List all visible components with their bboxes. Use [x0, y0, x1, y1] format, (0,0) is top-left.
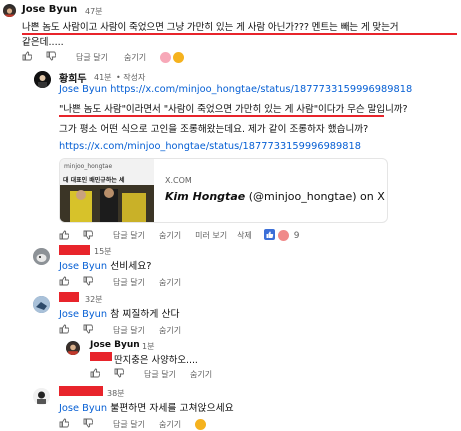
- pinned-heart-icon: [277, 230, 289, 241]
- like-icon[interactable]: [59, 230, 70, 242]
- comment-actions: 답글 달기 숨기기: [22, 51, 185, 63]
- status-link[interactable]: https://x.com/minjoo_hongtae/status/1877…: [59, 141, 361, 152]
- reply-button[interactable]: 답글 달기: [113, 325, 145, 336]
- avatar-commenter[interactable]: [33, 388, 50, 405]
- avatar-commenter[interactable]: [33, 248, 50, 265]
- hide-button[interactable]: 숨기기: [159, 325, 181, 336]
- redacted-author: [59, 386, 103, 396]
- heart-emoji-icon[interactable]: [160, 51, 172, 63]
- redacted-author: [59, 245, 90, 255]
- dislike-icon[interactable]: [83, 276, 94, 288]
- comment-text: 딴지충은 사양하오....: [114, 355, 198, 366]
- comment-time[interactable]: 32분: [85, 294, 103, 305]
- mention-link[interactable]: Jose Byun: [59, 403, 107, 414]
- mention-link[interactable]: Jose Byun: [59, 309, 107, 320]
- comment-author[interactable]: Jose Byun: [90, 340, 140, 350]
- like-icon[interactable]: [22, 51, 33, 63]
- comment-time[interactable]: 1분: [142, 341, 154, 352]
- dislike-icon[interactable]: [83, 324, 94, 336]
- author-badge: • 작성자: [116, 73, 146, 82]
- comment-time[interactable]: 47분: [85, 6, 103, 17]
- mention-link[interactable]: Jose Byun: [59, 84, 107, 95]
- comment-time[interactable]: 15분: [94, 246, 112, 257]
- grin-emoji-icon[interactable]: [195, 418, 207, 430]
- avatar-commenter[interactable]: [33, 296, 50, 313]
- link-preview-card[interactable]: minjoo_hongtae 대 대표인 배민규하는 세 X.COM Kim H…: [59, 158, 388, 223]
- reply-button[interactable]: 답글 달기: [113, 277, 145, 288]
- comment-text: Jose Byun 불편하면 자세를 고쳐앉으세요: [59, 403, 234, 414]
- comment-actions: 답글 달기 숨기기: [59, 324, 181, 336]
- redacted-mention: [90, 352, 112, 361]
- underline-highlight: [22, 33, 457, 35]
- delete-button[interactable]: 삭제: [237, 230, 252, 241]
- comment-text: Jose Byun 참 찌질하게 산다: [59, 309, 180, 320]
- reply-button[interactable]: 답글 달기: [113, 419, 145, 430]
- reply-button[interactable]: 답글 달기: [113, 230, 145, 241]
- status-link[interactable]: https://x.com/minjoo_hongtae/status/1877…: [110, 84, 412, 95]
- like-icon[interactable]: [90, 368, 101, 380]
- like-icon[interactable]: [59, 324, 70, 336]
- grin-emoji-icon[interactable]: [173, 51, 185, 63]
- reply-button[interactable]: 답글 달기: [144, 369, 176, 380]
- thumbs-badge-icon: [263, 229, 275, 242]
- pin-icon: •: [116, 73, 121, 82]
- mention-link[interactable]: Jose Byun: [59, 261, 107, 272]
- hide-button[interactable]: 숨기기: [159, 277, 181, 288]
- comment-author[interactable]: Jose Byun: [22, 4, 77, 15]
- comment-actions: 답글 달기 숨기기 미러 보기 삭제 9: [59, 229, 300, 242]
- dislike-icon[interactable]: [114, 368, 125, 380]
- underline-highlight: [59, 115, 384, 117]
- reply-button[interactable]: 답글 달기: [76, 52, 108, 63]
- avatar-jose-byun[interactable]: [3, 4, 16, 17]
- dislike-icon[interactable]: [83, 230, 94, 242]
- translate-button[interactable]: 미러 보기: [195, 230, 227, 241]
- like-icon[interactable]: [59, 418, 70, 430]
- thumbnail-handle: minjoo_hongtae: [64, 163, 113, 170]
- hide-button[interactable]: 숨기기: [159, 419, 181, 430]
- like-count: 9: [293, 230, 300, 241]
- avatar-hwang-heedu[interactable]: [34, 71, 51, 88]
- comment-author[interactable]: 황희두: [59, 70, 87, 85]
- hide-button[interactable]: 숨기기: [159, 230, 181, 241]
- comment-actions: 답글 달기 숨기기: [90, 368, 212, 380]
- comment-time[interactable]: 41분: [94, 72, 112, 83]
- comment-text-line1: 나쁜 놈도 사람이고 사람이 죽었으면 그냥 가만히 있는 게 사람 아닌가??…: [22, 22, 399, 33]
- dislike-icon[interactable]: [83, 418, 94, 430]
- preview-thumbnail: minjoo_hongtae 대 대표인 배민규하는 세: [60, 159, 154, 222]
- comment-paragraph: 그가 평소 어떤 식으로 고인을 조롱해왔는데요. 제가 같이 조롱하자 했습니…: [59, 124, 369, 135]
- thumbnail-caption: 대 대표인 배민규하는 세: [63, 177, 125, 184]
- comment-text: Jose Byun 선비세요?: [59, 261, 152, 272]
- comment-text-line1: Jose Byun https://x.com/minjoo_hongtae/s…: [59, 84, 412, 95]
- redacted-author: [59, 292, 79, 302]
- comment-text-line2: 같은데.....: [22, 37, 64, 48]
- comment-actions: 답글 달기 숨기기: [59, 276, 181, 288]
- hide-button[interactable]: 숨기기: [124, 52, 146, 63]
- avatar-jose-byun[interactable]: [66, 341, 80, 355]
- comment-time[interactable]: 38분: [107, 388, 125, 399]
- comment-actions: 답글 달기 숨기기: [59, 418, 207, 430]
- comment-quote: "나쁜 놈도 사람"이라면서 "사람이 죽었으면 가만히 있는 게 사람"이다가…: [59, 104, 408, 115]
- card-title: Kim Hongtae (@minjoo_hongtae) on X: [165, 190, 385, 203]
- card-domain: X.COM: [165, 176, 192, 185]
- thumbnail-photo: [60, 185, 154, 222]
- like-icon[interactable]: [59, 276, 70, 288]
- dislike-icon[interactable]: [46, 51, 57, 63]
- hide-button[interactable]: 숨기기: [190, 369, 212, 380]
